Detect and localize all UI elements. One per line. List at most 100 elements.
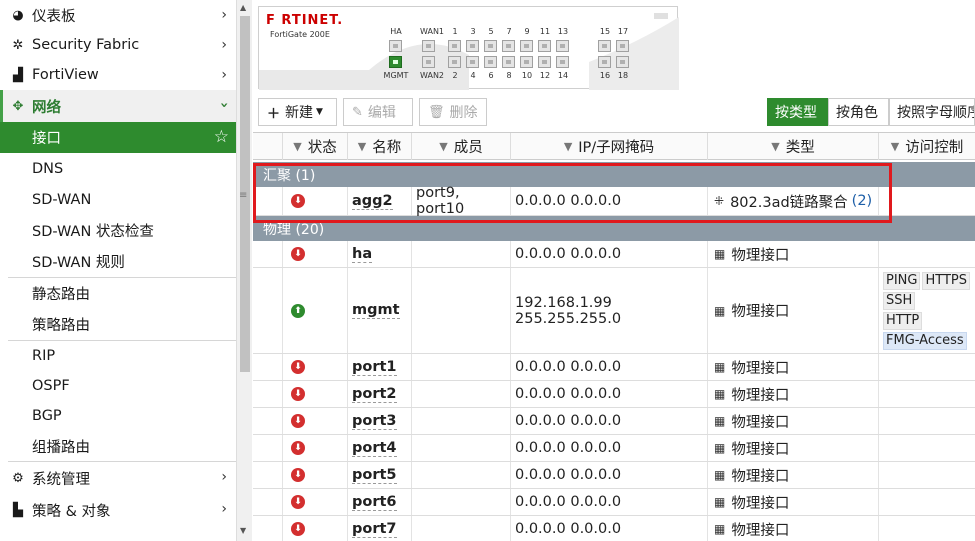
nav-policy[interactable]: ▙ 策略 & 对象 › <box>0 494 236 526</box>
interface-name[interactable]: mgmt <box>352 302 400 319</box>
nav-sub-sdwan-health[interactable]: SD-WAN 状态检查 <box>0 215 236 246</box>
filter-icon[interactable]: ▼ <box>439 140 447 153</box>
scroll-down-icon[interactable]: ▼ <box>240 526 246 535</box>
new-button[interactable]: ＋ 新建 ▼ <box>258 98 337 126</box>
port-icon[interactable] <box>466 56 479 68</box>
name-cell[interactable]: port4 <box>348 435 412 461</box>
table-row[interactable]: ⬇ port2 0.0.0.0 0.0.0.0 ▦ 物理接口 <box>253 381 975 408</box>
filter-icon[interactable]: ▼ <box>891 140 899 153</box>
port-icon[interactable] <box>538 56 551 68</box>
name-cell[interactable]: ha <box>348 241 412 267</box>
row-select-cell[interactable] <box>253 408 283 434</box>
port-icon[interactable] <box>598 40 611 52</box>
nav-sub-sdwan-rules[interactable]: SD-WAN 规则 <box>0 246 236 277</box>
col-access-header[interactable]: ▼ 访问控制 <box>879 133 975 160</box>
col-members-header[interactable]: ▼ 成员 <box>412 133 511 160</box>
filter-icon[interactable]: ▼ <box>358 140 366 153</box>
row-select-cell[interactable] <box>253 516 283 541</box>
port-up-icon[interactable] <box>389 56 402 68</box>
nav-network[interactable]: ✥ 网络 › <box>0 90 236 122</box>
table-row[interactable]: ⬇ ha 0.0.0.0 0.0.0.0 ▦ 物理接口 <box>253 241 975 268</box>
row-select-cell[interactable] <box>253 354 283 380</box>
filter-icon[interactable]: ▼ <box>771 140 779 153</box>
nav-sub-sdwan[interactable]: SD-WAN <box>0 184 236 215</box>
interface-name[interactable]: port1 <box>352 359 397 376</box>
port-icon[interactable] <box>466 40 479 52</box>
interface-name[interactable]: port2 <box>352 386 397 403</box>
port-icon[interactable] <box>556 40 569 52</box>
nav-sub-multicast[interactable]: 组播路由 <box>0 431 236 461</box>
nav-sub-dns[interactable]: DNS <box>0 153 236 184</box>
nav-sub-ospf[interactable]: OSPF <box>0 371 236 401</box>
name-cell[interactable]: port2 <box>348 381 412 407</box>
table-row[interactable]: ⬇ port6 0.0.0.0 0.0.0.0 ▦ 物理接口 <box>253 489 975 516</box>
port-icon[interactable] <box>502 56 515 68</box>
port-icon[interactable] <box>422 40 435 52</box>
port-icon[interactable] <box>616 56 629 68</box>
chevron-down-icon: › <box>216 102 233 108</box>
port-icon[interactable] <box>448 56 461 68</box>
name-cell[interactable]: mgmt <box>348 268 412 353</box>
nav-sub-interfaces[interactable]: 接口 ☆ <box>0 122 236 153</box>
col-ip-header[interactable]: ▼ IP/子网掩码 <box>511 133 708 160</box>
edit-button[interactable]: ✎ 编辑 <box>343 98 413 126</box>
filter-icon[interactable]: ▼ <box>564 140 572 153</box>
delete-button[interactable]: 🗑 删除 <box>419 98 487 126</box>
table-row[interactable]: ⬇ port1 0.0.0.0 0.0.0.0 ▦ 物理接口 <box>253 354 975 381</box>
star-icon[interactable]: ☆ <box>214 127 229 147</box>
table-row[interactable]: ⬇ port4 0.0.0.0 0.0.0.0 ▦ 物理接口 <box>253 435 975 462</box>
name-cell[interactable]: port3 <box>348 408 412 434</box>
port-icon[interactable] <box>484 56 497 68</box>
port-icon[interactable] <box>520 40 533 52</box>
nav-security-fabric[interactable]: ✲ Security Fabric › <box>0 30 236 60</box>
interface-name[interactable]: port6 <box>352 494 397 511</box>
nav-sub-rip[interactable]: RIP <box>0 341 236 371</box>
sidebar-scrollbar[interactable]: ▲ ▼ <box>236 0 252 541</box>
nav-dashboard[interactable]: ◕ 仪表板 › <box>0 0 236 30</box>
interface-name[interactable]: port4 <box>352 440 397 457</box>
nav-sub-bgp[interactable]: BGP <box>0 401 236 431</box>
col-type-header[interactable]: ▼ 类型 <box>708 133 879 160</box>
name-cell[interactable]: port1 <box>348 354 412 380</box>
name-cell[interactable]: port7 <box>348 516 412 541</box>
port-icon[interactable] <box>484 40 497 52</box>
table-row[interactable]: ⬇ port7 0.0.0.0 0.0.0.0 ▦ 物理接口 <box>253 516 975 541</box>
resize-handle-icon[interactable]: ≡ <box>239 190 247 201</box>
port-icon[interactable] <box>502 40 515 52</box>
port-icon[interactable] <box>556 56 569 68</box>
nav-system[interactable]: ⚙ 系统管理 › <box>0 462 236 494</box>
port-icon[interactable] <box>520 56 533 68</box>
interface-name[interactable]: port5 <box>352 467 397 484</box>
group-by-role-button[interactable]: 按角色 <box>828 98 889 126</box>
col-name-header[interactable]: ▼ 名称 <box>348 133 412 160</box>
group-by-type-button[interactable]: 按类型 <box>767 98 828 126</box>
port-icon[interactable] <box>448 40 461 52</box>
row-select-cell[interactable] <box>253 268 283 353</box>
row-select-cell[interactable] <box>253 462 283 488</box>
row-select-cell[interactable] <box>253 435 283 461</box>
row-select-cell[interactable] <box>253 241 283 267</box>
interface-name[interactable]: port3 <box>352 413 397 430</box>
nav-sub-policy-route[interactable]: 策略路由 <box>0 309 236 340</box>
port-label-top: HA <box>390 27 402 36</box>
nav-sub-static-route[interactable]: 静态路由 <box>0 278 236 309</box>
port-icon[interactable] <box>422 56 435 68</box>
name-cell[interactable]: port5 <box>348 462 412 488</box>
port-icon[interactable] <box>538 40 551 52</box>
filter-icon[interactable]: ▼ <box>293 140 301 153</box>
nav-fortiview[interactable]: ▟ FortiView › <box>0 60 236 90</box>
port-icon[interactable] <box>616 40 629 52</box>
table-row[interactable]: ⬆ mgmt 192.168.1.99 255.255.255.0 ▦ 物理接口 PING… <box>253 268 975 354</box>
col-status-header[interactable]: ▼ 状态 <box>283 133 348 160</box>
interface-name[interactable]: ha <box>352 246 373 263</box>
table-row[interactable]: ⬇ port5 0.0.0.0 0.0.0.0 ▦ 物理接口 <box>253 462 975 489</box>
port-icon[interactable] <box>598 56 611 68</box>
row-select-cell[interactable] <box>253 381 283 407</box>
table-row[interactable]: ⬇ port3 0.0.0.0 0.0.0.0 ▦ 物理接口 <box>253 408 975 435</box>
port-icon[interactable] <box>389 40 402 52</box>
scroll-up-icon[interactable]: ▲ <box>240 3 246 12</box>
name-cell[interactable]: port6 <box>348 489 412 515</box>
row-select-cell[interactable] <box>253 489 283 515</box>
interface-name[interactable]: port7 <box>352 521 397 538</box>
group-by-alpha-button[interactable]: 按照字母顺序 <box>889 98 975 126</box>
